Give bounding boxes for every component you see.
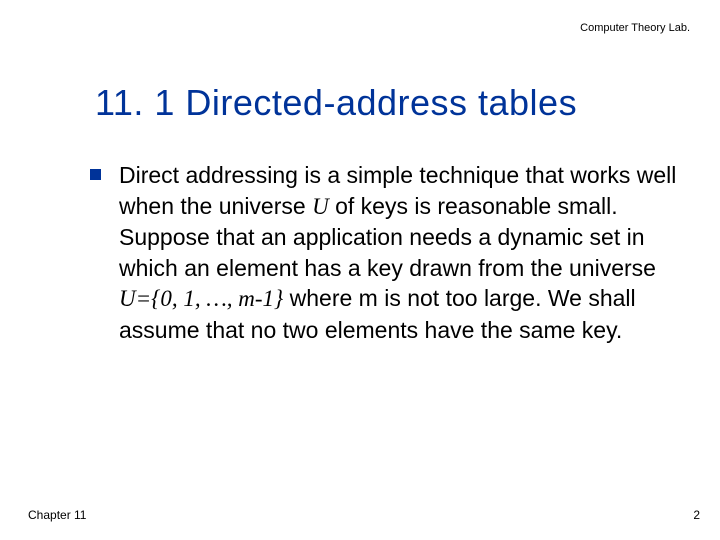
- footer-page-number: 2: [693, 508, 700, 522]
- header-lab-label: Computer Theory Lab.: [580, 22, 690, 34]
- body-content: Direct addressing is a simple technique …: [90, 160, 680, 345]
- slide-title: 11. 1 Directed-address tables: [95, 82, 577, 124]
- body-paragraph: Direct addressing is a simple technique …: [119, 160, 680, 345]
- universe-symbol: U: [312, 194, 329, 219]
- footer-chapter: Chapter 11: [28, 508, 86, 522]
- universe-set: U={0, 1, …, m-1}: [119, 286, 283, 311]
- bullet-icon: [90, 169, 101, 180]
